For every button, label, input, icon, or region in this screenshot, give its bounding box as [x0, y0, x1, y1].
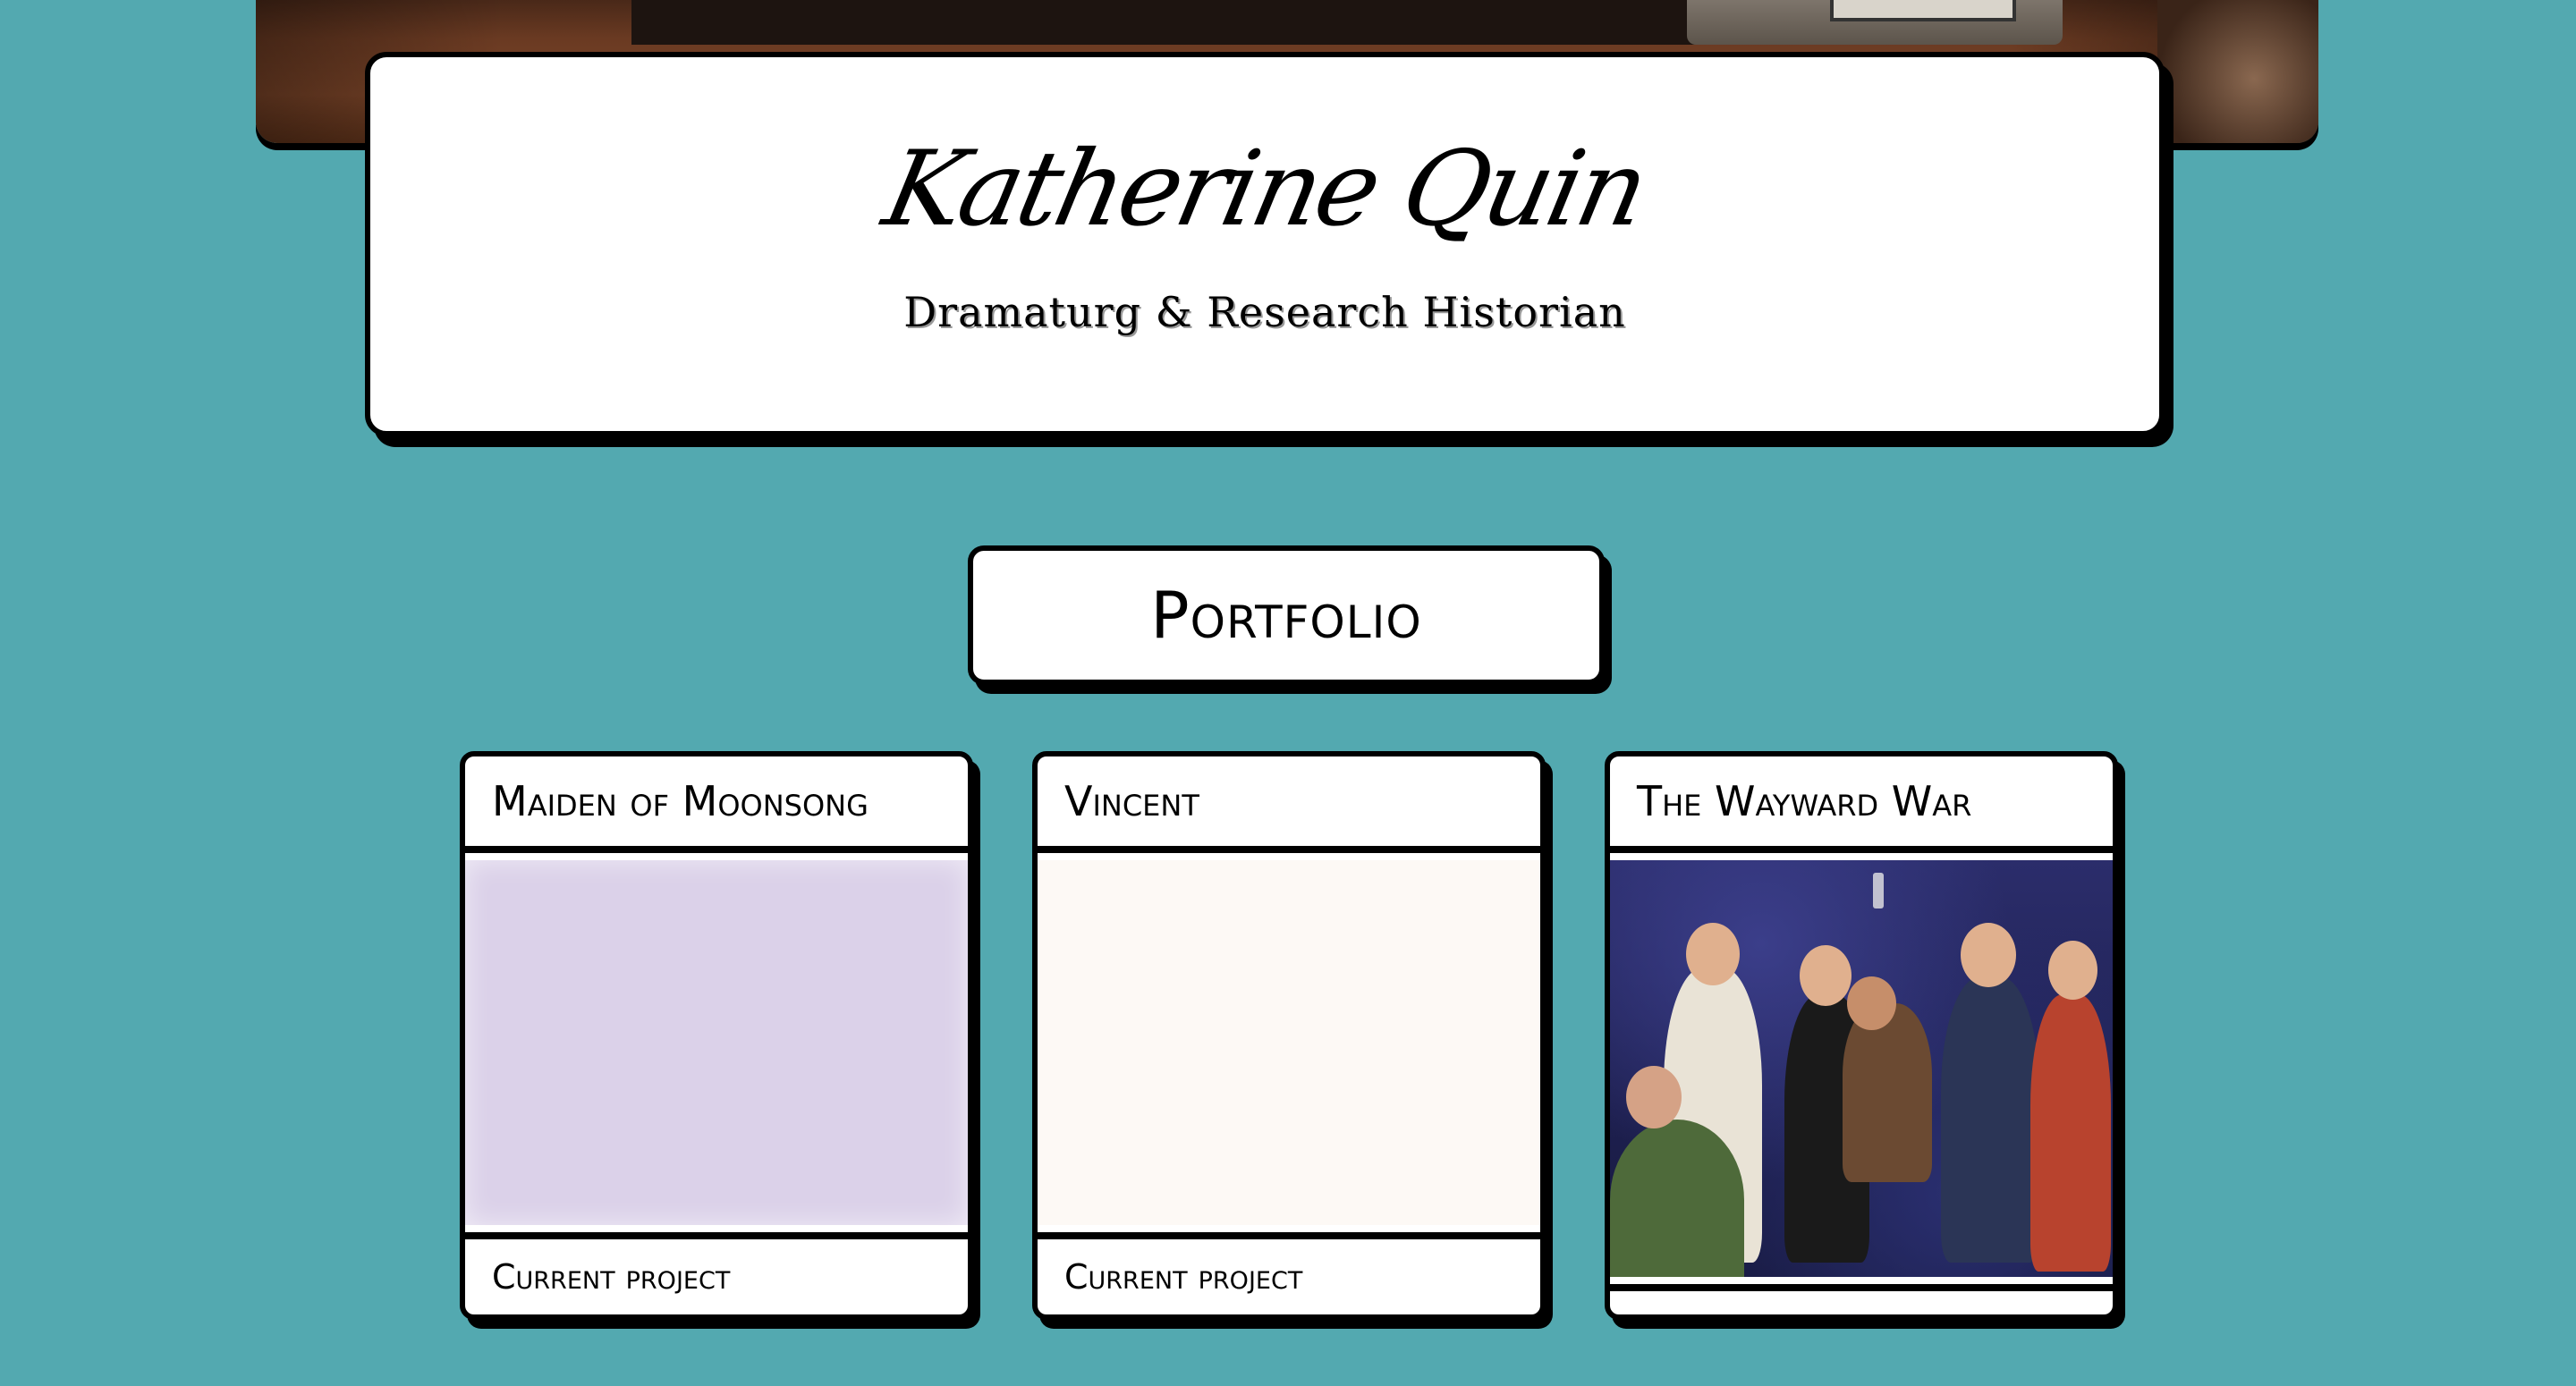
project-status: Current project — [1038, 1232, 1540, 1314]
photo-figure-head — [2048, 941, 2097, 1000]
project-title[interactable]: The Wayward War — [1610, 756, 2113, 853]
project-card-vincent[interactable]: Vincent Current project — [1032, 751, 1546, 1320]
name-card: Katherine Quin Dramaturg & Research Hist… — [365, 52, 2165, 436]
project-card-maiden-of-moonsong[interactable]: Maiden of Moonsong Current project — [460, 751, 973, 1320]
project-card-the-wayward-war[interactable]: The Wayward War — [1605, 751, 2118, 1320]
photo-figure — [1843, 1003, 1932, 1182]
photo-figure-head — [1961, 923, 2016, 987]
cast-photo[interactable] — [1610, 860, 2113, 1277]
photo-figure-head — [1626, 1066, 1682, 1128]
hero-photo-metal-fixture — [1687, 0, 2063, 45]
portfolio-heading-box: Portfolio — [968, 545, 1605, 685]
site-title[interactable]: Katherine Quin — [358, 129, 2173, 249]
photo-figure — [1610, 1120, 1744, 1277]
photo-figure-head — [1686, 923, 1740, 985]
project-status — [1610, 1284, 2113, 1314]
photo-figure — [1941, 976, 2039, 1263]
site-subtitle: Dramaturg & Research Historian — [903, 288, 1626, 336]
photo-figure-head — [1800, 945, 1852, 1006]
project-status: Current project — [465, 1232, 968, 1314]
photo-raised-glass — [1873, 873, 1884, 909]
portfolio-heading: Portfolio — [1150, 578, 1422, 653]
hero-photo-right-glow — [2157, 0, 2318, 143]
photo-figure — [2030, 994, 2111, 1272]
project-title[interactable]: Vincent — [1038, 756, 1540, 853]
hero-photo-dark-area — [631, 0, 1705, 45]
project-title[interactable]: Maiden of Moonsong — [465, 756, 968, 853]
project-image[interactable] — [1038, 860, 1540, 1225]
project-image[interactable] — [465, 860, 968, 1225]
photo-figure-head — [1847, 976, 1896, 1030]
